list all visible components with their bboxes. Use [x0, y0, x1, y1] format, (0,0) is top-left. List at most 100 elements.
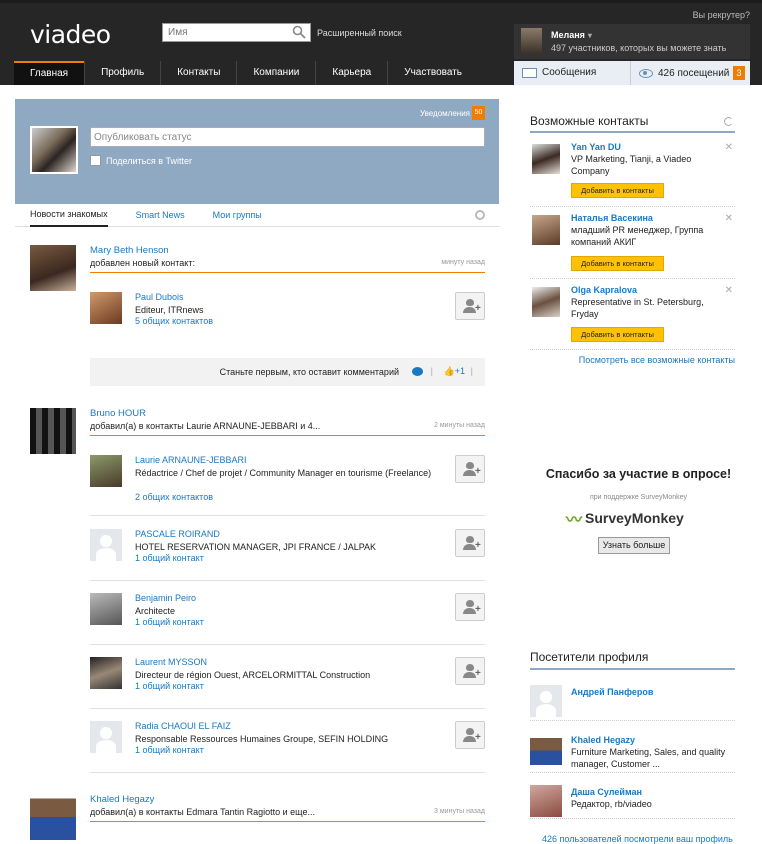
visitor-name[interactable]: Khaled Hegazy — [571, 735, 635, 745]
like-button[interactable]: 👍+1 — [444, 366, 465, 377]
add-contact-button[interactable]: + — [455, 455, 485, 483]
suggestion-card: Наталья Васекина младший PR менеджер, Гр… — [530, 213, 735, 279]
suggestion-name[interactable]: Yan Yan DU — [571, 142, 621, 152]
add-contact-button[interactable]: + — [455, 721, 485, 749]
visitor-name[interactable]: Андрей Панферов — [571, 687, 653, 697]
contact-name[interactable]: PASCALE ROIRAND — [135, 529, 220, 539]
visitor-photo[interactable] — [530, 733, 562, 765]
suggestion-name[interactable]: Наталья Васекина — [571, 213, 653, 223]
nav-tab-profile[interactable]: Профиль — [84, 61, 161, 85]
user-menu[interactable]: Меланя ▾ 497 участников, которых вы может… — [514, 24, 750, 59]
user-suggestion-count[interactable]: 497 участников, которых вы можете знать — [551, 43, 726, 53]
contact-card: Radia CHAOUI EL FAIZ Responsable Ressour… — [90, 721, 485, 773]
nav-tab-home[interactable]: Главная — [14, 61, 85, 85]
common-contacts-link[interactable]: 2 общих контактов — [135, 492, 213, 502]
add-contact-button[interactable]: + — [455, 593, 485, 621]
twitter-share[interactable]: Поделиться в Twitter — [90, 155, 192, 166]
contact-photo[interactable] — [90, 657, 122, 689]
nav-tab-companies[interactable]: Компании — [236, 61, 316, 85]
common-contacts-link[interactable]: 1 общий контакт — [135, 553, 204, 563]
user-avatar[interactable] — [521, 28, 542, 54]
common-contacts-link[interactable]: 1 общий контакт — [135, 617, 204, 627]
my-avatar[interactable] — [30, 126, 78, 174]
visitor-name[interactable]: Даша Сулейман — [571, 787, 642, 797]
recruiter-link[interactable]: Вы рекрутер? — [693, 10, 750, 20]
contact-name[interactable]: Laurent MYSSON — [135, 657, 207, 667]
tab-my-groups[interactable]: Мои группы — [213, 210, 262, 220]
person-icon — [466, 664, 474, 671]
refresh-icon[interactable] — [724, 117, 733, 126]
suggestion-name[interactable]: Olga Kapralova — [571, 285, 637, 295]
actor-name[interactable]: Bruno HOUR — [90, 408, 146, 419]
tab-smart-news[interactable]: Smart News — [136, 210, 185, 220]
add-contact-button[interactable]: Добавить в контакты — [571, 256, 664, 271]
see-all-suggestions-link[interactable]: Посмотреть все возможные контакты — [579, 355, 735, 365]
surveymonkey-icon: 〰 — [566, 512, 583, 529]
status-input[interactable]: Опубликовать статус — [90, 127, 485, 147]
actor-name[interactable]: Khaled Hegazy — [90, 794, 154, 805]
add-contact-button[interactable]: + — [455, 292, 485, 320]
viadeo-logo[interactable]: viadeo — [30, 20, 111, 49]
plus-icon: + — [475, 668, 481, 679]
notifications-link[interactable]: Уведомления — [420, 109, 470, 118]
contact-name[interactable]: Laurie ARNAUNE-JEBBARI — [135, 455, 247, 465]
contact-title: Responsable Ressources Humaines Groupe, … — [135, 734, 389, 744]
close-icon[interactable]: ✕ — [725, 285, 733, 296]
add-contact-button[interactable]: + — [455, 529, 485, 557]
status-panel: Уведомления 50 Опубликовать статус Подел… — [15, 99, 499, 204]
add-contact-button[interactable]: Добавить в контакты — [571, 183, 664, 198]
gear-icon[interactable] — [475, 210, 485, 220]
advanced-search-link[interactable]: Расширенный поиск — [317, 28, 402, 38]
actor-avatar[interactable] — [30, 408, 76, 454]
search-input[interactable] — [163, 24, 288, 41]
suggestion-photo[interactable] — [532, 215, 560, 245]
user-name-row[interactable]: Меланя ▾ — [551, 30, 592, 40]
common-contacts-link[interactable]: 5 общих контактов — [135, 316, 213, 326]
add-contact-button[interactable]: Добавить в контакты — [571, 327, 664, 342]
twitter-label: Поделиться в Twitter — [106, 155, 192, 166]
add-contact-button[interactable]: + — [455, 657, 485, 685]
suggestion-photo[interactable] — [532, 287, 560, 317]
contact-title: Rédactrice / Chef de projet / Community … — [135, 468, 432, 478]
contact-name[interactable]: Benjamin Peiro — [135, 593, 196, 603]
comment-icon[interactable] — [412, 367, 423, 376]
plus-icon: + — [475, 540, 481, 551]
contact-photo-placeholder[interactable] — [90, 529, 122, 561]
contact-name[interactable]: Paul Dubois — [135, 292, 184, 302]
suggestion-card: Olga Kapralova Representative in St. Pet… — [530, 285, 735, 350]
visitor-photo-placeholder[interactable] — [530, 685, 562, 717]
nav-tab-career[interactable]: Карьера — [315, 61, 388, 85]
twitter-checkbox[interactable] — [90, 155, 101, 166]
logo-text: viadeo — [30, 20, 111, 49]
contact-name[interactable]: Radia CHAOUI EL FAIZ — [135, 721, 231, 731]
contact-photo[interactable] — [90, 455, 122, 487]
nav-tab-contacts[interactable]: Контакты — [160, 61, 237, 85]
messages-link[interactable]: Сообщения — [514, 61, 631, 85]
contact-card: PASCALE ROIRAND HOTEL RESERVATION MANAGE… — [90, 529, 485, 581]
common-contacts-link[interactable]: 1 общий контакт — [135, 745, 204, 755]
nav-tab-participate[interactable]: Участвовать — [387, 61, 479, 85]
close-icon[interactable]: ✕ — [725, 142, 733, 153]
actor-name[interactable]: Mary Beth Henson — [90, 245, 169, 256]
suggestion-photo[interactable] — [532, 144, 560, 174]
contact-photo[interactable] — [90, 593, 122, 625]
contact-title: HOTEL RESERVATION MANAGER, JPI FRANCE / … — [135, 542, 377, 552]
tab-contacts-news[interactable]: Новости знакомых — [30, 209, 108, 227]
actor-avatar[interactable] — [30, 245, 76, 291]
common-contacts-link[interactable]: 1 общий контакт — [135, 681, 204, 691]
comment-prompt[interactable]: Станьте первым, кто оставит комментарий — [220, 367, 399, 377]
divider — [90, 435, 485, 436]
search-box[interactable] — [162, 23, 311, 42]
contact-photo-placeholder[interactable] — [90, 721, 122, 753]
plus-icon: + — [475, 303, 481, 314]
top-header: viadeo Расширенный поиск Вы рекрутер? Ме… — [0, 0, 762, 85]
visits-link[interactable]: 426 посещений 3 — [631, 61, 750, 85]
notifications-badge[interactable]: 50 — [472, 106, 485, 120]
like-count: +1 — [454, 366, 465, 376]
actor-avatar[interactable] — [30, 794, 76, 840]
close-icon[interactable]: ✕ — [725, 213, 733, 224]
search-icon[interactable] — [292, 25, 306, 39]
learn-more-button[interactable]: Узнать больше — [598, 537, 670, 554]
contact-photo[interactable] — [90, 292, 122, 324]
visitor-photo[interactable] — [530, 785, 562, 817]
